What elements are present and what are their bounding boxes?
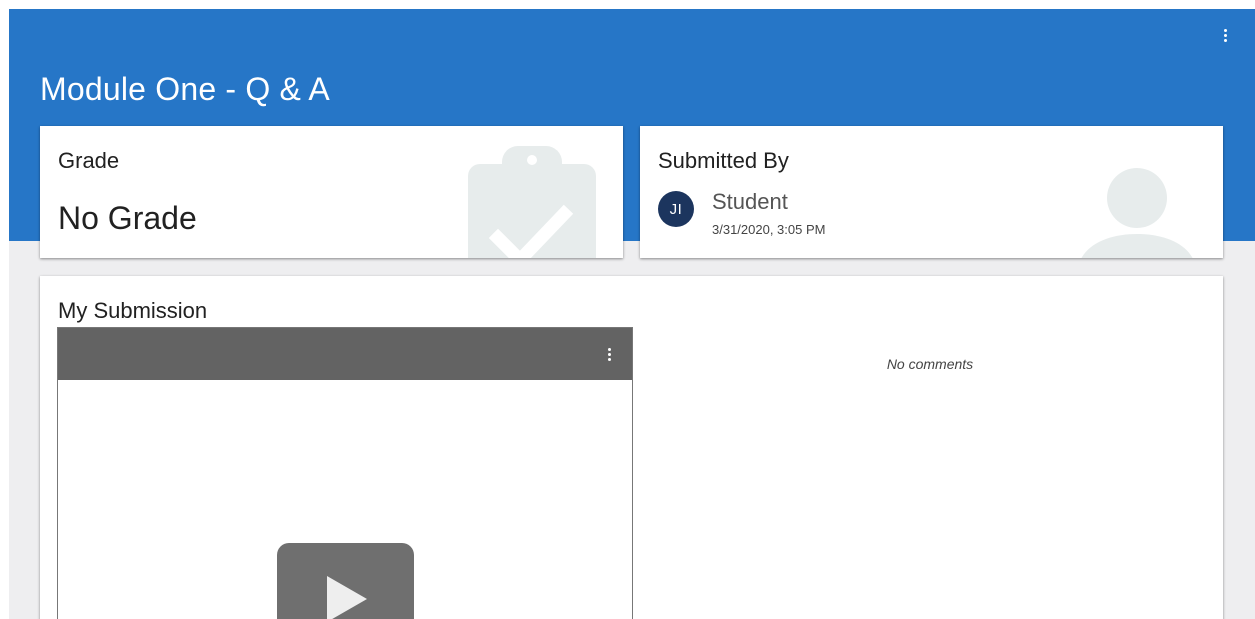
submission-card: My Submission No comments: [40, 276, 1223, 619]
play-button[interactable]: [277, 543, 414, 619]
more-vert-icon[interactable]: [1219, 25, 1231, 45]
player-toolbar: [58, 328, 632, 380]
clipboard-check-icon: [468, 146, 596, 258]
submitter-name: Student: [712, 189, 788, 214]
grade-card: Grade No Grade: [40, 126, 623, 258]
more-vert-icon[interactable]: [604, 346, 614, 362]
grade-value: No Grade: [58, 200, 197, 236]
avatar: JI: [658, 191, 694, 227]
play-icon: [327, 576, 367, 619]
submitted-date: 3/31/2020, 3:05 PM: [712, 222, 826, 237]
submitted-by-label: Submitted By: [658, 148, 789, 173]
submitted-by-card: Submitted By JI Student 3/31/2020, 3:05 …: [640, 126, 1223, 258]
submission-title: My Submission: [58, 298, 208, 323]
app-root: Module One - Q & A Grade No Grade Submit…: [9, 9, 1255, 619]
media-player[interactable]: [57, 327, 633, 619]
comments-empty-text: No comments: [886, 356, 974, 372]
page-title: Module One - Q & A: [40, 71, 330, 107]
grade-label: Grade: [58, 148, 120, 173]
person-icon: [1081, 168, 1193, 258]
